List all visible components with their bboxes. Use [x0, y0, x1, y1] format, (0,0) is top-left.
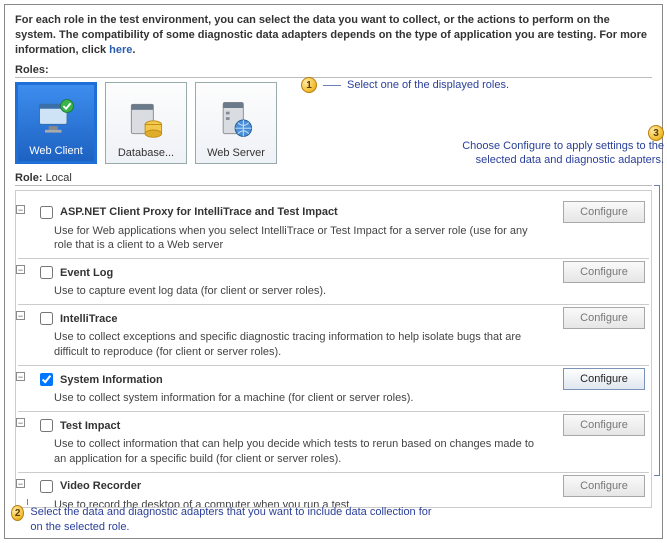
- role-tile-web-client[interactable]: Web Client: [15, 82, 97, 164]
- adapter-checkbox[interactable]: [40, 373, 53, 386]
- callout-number-2: 2: [11, 505, 24, 521]
- settings-panel: For each role in the test environment, y…: [4, 4, 663, 539]
- adapter-checkbox[interactable]: [40, 419, 53, 432]
- roles-label: Roles:: [15, 64, 652, 78]
- role-tile-label: Web Server: [207, 147, 265, 159]
- callout-3-text: Choose Configure to apply settings to th…: [462, 140, 664, 166]
- callout-3: 3 Choose Configure to apply settings to …: [424, 139, 664, 168]
- adapter-title: System Information: [60, 374, 163, 386]
- adapters-list: − ASP.NET Client Proxy for IntelliTrace a…: [18, 199, 649, 508]
- role-tile-label: Web Client: [29, 145, 83, 157]
- adapter-row: − Event Log Use to capture event log data …: [18, 258, 649, 304]
- configure-button: Configure: [563, 261, 645, 283]
- adapter-description: Use for Web applications when you select…: [54, 224, 539, 253]
- adapter-checkbox[interactable]: [40, 266, 53, 279]
- adapter-description: Use to collect information that can help…: [54, 437, 539, 466]
- callout-2-line: [27, 499, 28, 505]
- callout-1-line: [323, 85, 341, 86]
- adapter-row: −Video RecorderUse to record the desktop…: [18, 472, 649, 508]
- configure-button: Configure: [563, 414, 645, 436]
- adapter-description: Use to capture event log data (for clien…: [54, 284, 539, 298]
- callout-1: 1 Select one of the displayed roles.: [301, 77, 509, 93]
- collapse-toggle[interactable]: −: [16, 479, 25, 488]
- role-value: Local: [46, 172, 72, 184]
- callout-2: 2 Select the data and diagnostic adapter…: [11, 505, 441, 534]
- adapter-checkbox[interactable]: [40, 480, 53, 493]
- collapse-toggle[interactable]: −: [16, 265, 25, 274]
- configure-button: Configure: [563, 475, 645, 497]
- role-label: Role:: [15, 172, 43, 184]
- intro-text: For each role in the test environment, y…: [15, 13, 652, 58]
- adapter-description: Use to collect system information for a …: [54, 391, 539, 405]
- adapter-checkbox[interactable]: [40, 312, 53, 325]
- here-link[interactable]: here: [109, 44, 132, 56]
- callout-1-text: Select one of the displayed roles.: [347, 79, 509, 91]
- adapters-box: − ASP.NET Client Proxy for IntelliTrace a…: [15, 190, 652, 508]
- adapter-row: − IntelliTrace Use to collect exceptions a…: [18, 304, 649, 365]
- collapse-toggle[interactable]: −: [16, 205, 25, 214]
- collapse-toggle[interactable]: −: [16, 372, 25, 381]
- adapter-checkbox[interactable]: [40, 206, 53, 219]
- configure-button: Configure: [563, 307, 645, 329]
- callout-number-1: 1: [301, 77, 317, 93]
- adapter-description: Use to collect exceptions and specific d…: [54, 330, 539, 359]
- callout-2-text: Select the data and diagnostic adapters …: [30, 505, 441, 534]
- adapter-row: − Test Impact Use to collect information t…: [18, 411, 649, 472]
- role-tile-web-server[interactable]: Web Server: [195, 82, 277, 164]
- callout-3-bracket: [654, 185, 660, 476]
- adapter-title: Video Recorder: [60, 480, 141, 492]
- adapter-row: − ASP.NET Client Proxy for IntelliTrace a…: [18, 199, 649, 259]
- collapse-toggle[interactable]: −: [16, 311, 25, 320]
- adapter-title: Test Impact: [60, 420, 120, 432]
- role-tile-database-[interactable]: Database...: [105, 82, 187, 164]
- configure-button: Configure: [563, 201, 645, 223]
- adapter-title: IntelliTrace: [60, 313, 117, 325]
- adapter-title: ASP.NET Client Proxy for IntelliTrace an…: [60, 206, 338, 218]
- role-line: Role: Local: [15, 172, 652, 186]
- adapter-title: Event Log: [60, 267, 113, 279]
- adapter-row: − System Information Use to collect system…: [18, 365, 649, 411]
- callout-number-3: 3: [648, 125, 664, 141]
- role-tile-label: Database...: [118, 147, 174, 159]
- collapse-toggle[interactable]: −: [16, 418, 25, 427]
- configure-button[interactable]: Configure: [563, 368, 645, 390]
